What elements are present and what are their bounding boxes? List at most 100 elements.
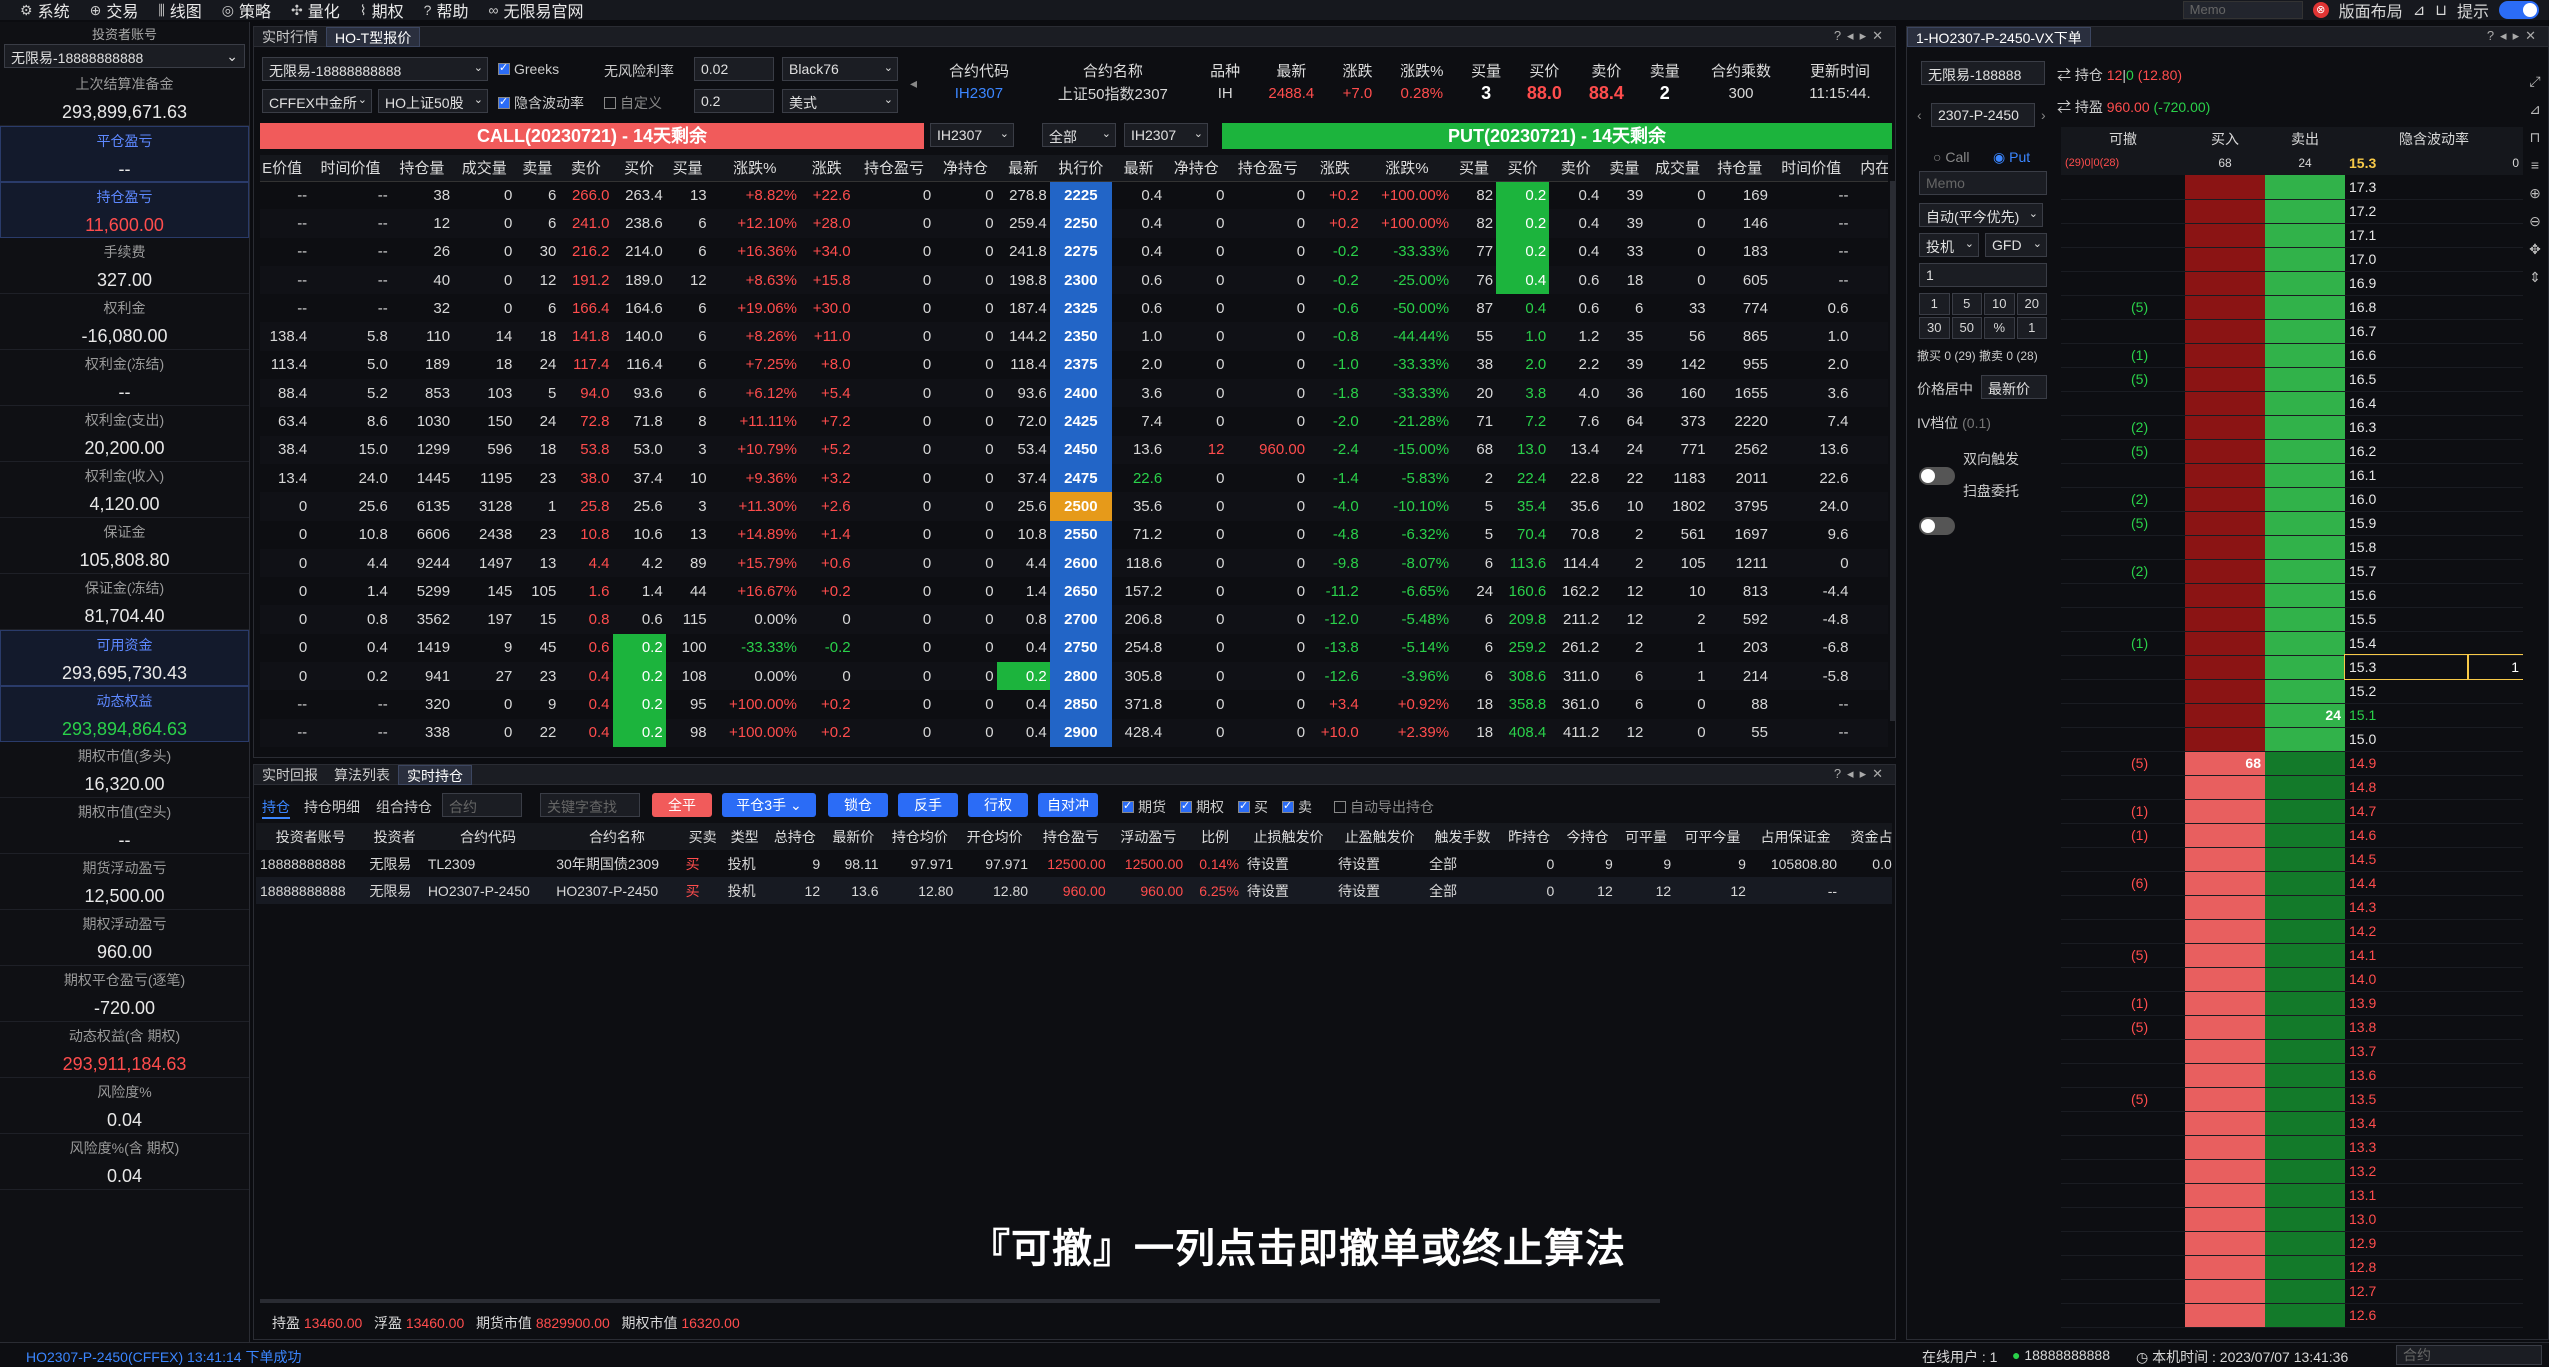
t-quote-cell[interactable]: 5299 xyxy=(391,577,453,605)
position-cell[interactable]: 18888888888 xyxy=(256,850,365,877)
t-quote-cell[interactable]: -- xyxy=(1770,718,1852,747)
t-quote-cell[interactable]: 33 xyxy=(1602,238,1646,266)
ladder-sell-cell[interactable] xyxy=(2265,175,2345,200)
t-quote-cell[interactable]: 0 xyxy=(934,407,996,435)
strike-price-cell[interactable]: 2425 xyxy=(1049,407,1112,436)
t-quote-cell[interactable]: 0 xyxy=(854,521,935,549)
t-quote-cell[interactable]: 254.8 xyxy=(1112,634,1165,662)
t-quote-cell[interactable]: +9.36% xyxy=(710,464,800,492)
t-quote-cell[interactable]: 0 xyxy=(1227,265,1309,295)
tab-t-quote[interactable]: HO-T型报价 xyxy=(326,26,421,47)
t-quote-cell[interactable]: +8.0 xyxy=(800,351,854,379)
t-quote-cell[interactable]: 361.0 xyxy=(1549,690,1602,718)
t-quote-cell[interactable]: 2438 xyxy=(453,521,515,549)
ladder-row[interactable]: 13.2 xyxy=(2061,1159,2523,1184)
t-quote-cell[interactable]: -4.8 xyxy=(1308,521,1362,549)
positions-header-cell[interactable]: 比例 xyxy=(1187,823,1243,850)
t-quote-cell[interactable]: 596 xyxy=(453,435,516,464)
ladder-buy-cell[interactable] xyxy=(2185,655,2265,680)
t-quote-cell[interactable] xyxy=(1851,492,1888,521)
ladder-iv-cell[interactable]: 12.8 xyxy=(2345,1255,2468,1280)
ladder-iv-cell[interactable]: 13.5 xyxy=(2345,1087,2468,1112)
t-quote-cell[interactable]: 24 xyxy=(1452,577,1496,605)
position-cell[interactable]: 97.971 xyxy=(957,850,1032,877)
t-quote-cell[interactable]: 23 xyxy=(515,662,560,691)
t-quote-cell[interactable]: 70.4 xyxy=(1496,521,1549,549)
t-quote-cell[interactable]: 4.4 xyxy=(310,548,391,578)
t-quote-cell[interactable]: 0 xyxy=(1165,351,1227,379)
ladder-row[interactable]: 14.0 xyxy=(2061,967,2523,992)
ladder-buy-cell[interactable] xyxy=(2185,247,2265,272)
t-quote-cell[interactable]: 44 xyxy=(666,577,710,605)
t-quote-cell[interactable]: -- xyxy=(310,718,391,747)
t-quote-cell[interactable]: 0 xyxy=(1227,718,1309,747)
t-quote-cell[interactable]: 22.6 xyxy=(1771,464,1852,492)
ladder-buy-cell[interactable] xyxy=(2185,1111,2265,1136)
t-quote-cell[interactable]: -- xyxy=(260,265,311,295)
t-quote-header-cell[interactable]: 时间价值 xyxy=(310,155,391,182)
t-quote-cell[interactable]: 116.4 xyxy=(613,351,666,379)
ladder-buy-cell[interactable] xyxy=(2185,871,2265,896)
ladder-row[interactable]: 15.2 xyxy=(2061,679,2523,704)
t-quote-header-cell[interactable]: 净持仓 xyxy=(1165,155,1228,182)
t-quote-cell[interactable]: 23 xyxy=(515,521,559,549)
t-quote-cell[interactable]: -15.00% xyxy=(1361,435,1453,464)
t-quote-cell[interactable]: 13.6 xyxy=(1770,435,1852,464)
info-value-cell[interactable]: IH2307 xyxy=(930,81,1028,105)
ladder-iv-cell[interactable]: 17.3 xyxy=(2345,175,2468,200)
t-quote-header-cell[interactable]: 卖量 xyxy=(515,155,560,182)
position-cell[interactable]: 0.04% xyxy=(1841,850,1892,877)
t-quote-cell[interactable]: 0 xyxy=(1646,690,1708,718)
t-quote-cell[interactable]: 2 xyxy=(1851,605,1888,634)
t-quote-cell[interactable]: 371.8 xyxy=(1112,690,1165,718)
t-quote-cell[interactable]: 0 xyxy=(1646,718,1709,747)
t-quote-row[interactable]: -- -- 38 0 6 266.0 263.4 13 +8.82% +22.6 0 0 278.8 22… xyxy=(260,181,1888,210)
t-quote-cell[interactable]: 118.6 xyxy=(1112,548,1166,578)
ladder-iv-cell[interactable]: 17.0 xyxy=(2345,247,2468,272)
t-quote-cell[interactable]: 0 xyxy=(853,718,935,747)
t-quote-cell[interactable]: 72.8 xyxy=(559,407,612,435)
t-quote-cell[interactable]: -13.8 xyxy=(1308,634,1362,662)
positions-header-cell[interactable]: 合约名称 xyxy=(552,823,682,850)
t-quote-cell[interactable]: 71.8 xyxy=(613,407,666,435)
ladder-row[interactable]: (5) 68 14.9 xyxy=(2061,751,2523,776)
t-quote-cell[interactable]: 6 xyxy=(1452,548,1497,578)
t-quote-cell[interactable]: 144.2 xyxy=(996,322,1050,351)
t-quote-cell[interactable]: 0.4 xyxy=(997,690,1050,718)
t-quote-cell[interactable]: 941 xyxy=(390,662,454,691)
t-quote-cell[interactable]: 25.6 xyxy=(310,492,391,521)
t-quote-cell[interactable]: 0 xyxy=(1227,407,1308,435)
t-quote-cell[interactable]: 0 xyxy=(1646,238,1708,266)
ladder-cancel-cell[interactable] xyxy=(2061,1231,2185,1256)
position-cell[interactable]: 12 xyxy=(766,877,824,904)
t-quote-cell[interactable]: 266.0 xyxy=(559,181,612,209)
t-quote-cell[interactable]: 0 xyxy=(1227,209,1309,238)
t-quote-cell[interactable]: 141.8 xyxy=(559,322,613,351)
hedge-type-select[interactable]: 投机 ⌄ xyxy=(1919,233,1979,257)
tab-algo-list[interactable]: 算法列表 xyxy=(326,765,398,785)
t-quote-cell[interactable]: 0 xyxy=(453,265,516,295)
t-quote-cell[interactable]: +3.4 xyxy=(1308,690,1362,718)
ladder-row[interactable]: 12.8 xyxy=(2061,1255,2523,1280)
t-quote-cell[interactable]: 169 xyxy=(1709,181,1771,209)
t-quote-row[interactable]: 138.4 5.8 110 14 18 141.8 140.0 6 +8.26% +11.0 0 0 1… xyxy=(260,322,1888,351)
t-quote-cell[interactable]: 5.0 xyxy=(310,351,391,379)
strike-price-cell[interactable]: 2800 xyxy=(1049,662,1112,691)
t-quote-cell[interactable]: 1445 xyxy=(391,464,453,492)
t-quote-cell[interactable]: 3.6 xyxy=(1770,379,1852,408)
t-quote-cell[interactable]: 1030 xyxy=(391,407,453,435)
ladder-iv-cell[interactable]: 16.1 xyxy=(2345,463,2468,488)
t-quote-cell[interactable]: 18 xyxy=(515,435,560,464)
positions-header-cell[interactable]: 总持仓 xyxy=(765,823,825,850)
ladder-row[interactable]: 16.9 xyxy=(2061,271,2523,296)
ladder-cancel-cell[interactable]: (5) xyxy=(2061,943,2185,968)
t-quote-cell[interactable]: -- xyxy=(310,181,391,209)
t-quote-cell[interactable]: -9.8 xyxy=(1308,548,1362,578)
t-quote-cell[interactable]: 115 xyxy=(665,605,710,634)
t-quote-cell[interactable]: 8 xyxy=(666,407,710,435)
ladder-buy-cell[interactable] xyxy=(2185,1183,2265,1208)
ladder-iv-cell[interactable]: 14.8 xyxy=(2345,775,2468,800)
ladder-buy-cell[interactable] xyxy=(2185,967,2265,992)
t-quote-cell[interactable]: 13 xyxy=(666,181,710,209)
t-quote-cell[interactable]: 12 xyxy=(1165,435,1228,464)
